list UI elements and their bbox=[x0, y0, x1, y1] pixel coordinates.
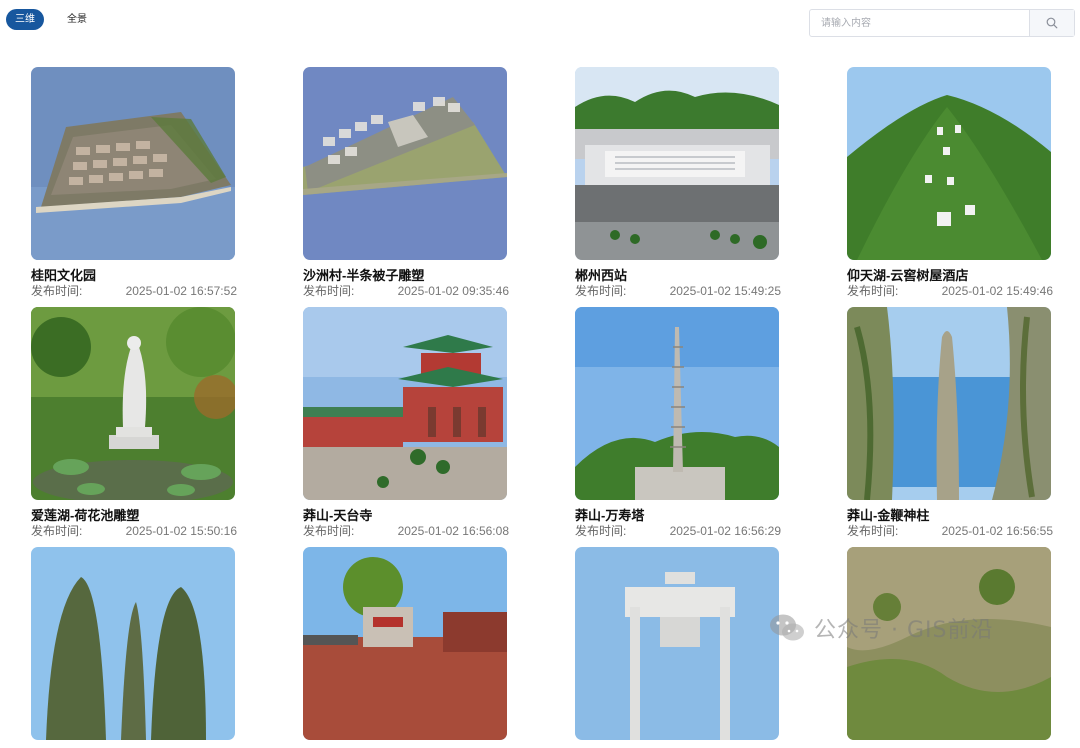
scene-title[interactable]: 爱莲湖-荷花池雕塑 bbox=[31, 508, 237, 524]
scene-thumbnail[interactable] bbox=[847, 67, 1051, 260]
scene-title[interactable]: 仰天湖-云窖树屋酒店 bbox=[847, 268, 1053, 284]
scene-title[interactable]: 莽山-金鞭神柱 bbox=[847, 508, 1053, 524]
scene-thumbnail[interactable] bbox=[303, 67, 507, 260]
scene-card[interactable]: 仰天湖-云窖树屋酒店 发布时间: 2025-01-02 15:49:46 bbox=[847, 67, 1053, 298]
publish-time-label: 发布时间: bbox=[847, 284, 899, 298]
search-icon bbox=[1046, 17, 1058, 29]
publish-time: 2025-01-02 16:56:29 bbox=[669, 524, 781, 538]
scene-thumbnail[interactable] bbox=[575, 307, 779, 500]
scene-thumbnail[interactable] bbox=[847, 307, 1051, 500]
view-tabs: 三维 全景 bbox=[6, 9, 96, 30]
search-box bbox=[809, 9, 1075, 37]
scene-card[interactable]: 莽山-万寿塔 发布时间: 2025-01-02 16:56:29 bbox=[575, 307, 781, 538]
publish-time-label: 发布时间: bbox=[31, 284, 83, 298]
publish-time: 2025-01-02 16:57:52 bbox=[125, 284, 237, 298]
scene-title[interactable]: 莽山-万寿塔 bbox=[575, 508, 781, 524]
publish-time: 2025-01-02 16:56:55 bbox=[941, 524, 1053, 538]
publish-time: 2025-01-02 15:49:46 bbox=[941, 284, 1053, 298]
scene-thumbnail[interactable] bbox=[575, 67, 779, 260]
scene-title[interactable]: 郴州西站 bbox=[575, 268, 781, 284]
scene-card[interactable] bbox=[303, 547, 509, 748]
scene-thumbnail[interactable] bbox=[303, 547, 507, 740]
scene-card[interactable] bbox=[575, 547, 781, 748]
scene-thumbnail[interactable] bbox=[303, 307, 507, 500]
publish-time-label: 发布时间: bbox=[303, 284, 355, 298]
publish-time-label: 发布时间: bbox=[847, 524, 899, 538]
scene-card[interactable]: 郴州西站 发布时间: 2025-01-02 15:49:25 bbox=[575, 67, 781, 298]
publish-time: 2025-01-02 09:35:46 bbox=[397, 284, 509, 298]
scene-card[interactable]: 爱莲湖-荷花池雕塑 发布时间: 2025-01-02 15:50:16 bbox=[31, 307, 237, 538]
scene-thumbnail[interactable] bbox=[847, 547, 1051, 740]
publish-time: 2025-01-02 15:50:16 bbox=[125, 524, 237, 538]
scene-title[interactable]: 沙洲村-半条被子雕塑 bbox=[303, 268, 509, 284]
publish-time: 2025-01-02 16:56:08 bbox=[397, 524, 509, 538]
publish-time: 2025-01-02 15:49:25 bbox=[669, 284, 781, 298]
publish-time-label: 发布时间: bbox=[303, 524, 355, 538]
scene-card[interactable]: 莽山-天台寺 发布时间: 2025-01-02 16:56:08 bbox=[303, 307, 509, 538]
search-button[interactable] bbox=[1029, 10, 1074, 36]
scene-card[interactable] bbox=[847, 547, 1053, 748]
scene-title[interactable]: 桂阳文化园 bbox=[31, 268, 237, 284]
tab-panorama[interactable]: 全景 bbox=[58, 9, 96, 30]
scene-card[interactable]: 沙洲村-半条被子雕塑 发布时间: 2025-01-02 09:35:46 bbox=[303, 67, 509, 298]
publish-time-label: 发布时间: bbox=[575, 284, 627, 298]
scene-card[interactable]: 莽山-金鞭神柱 发布时间: 2025-01-02 16:56:55 bbox=[847, 307, 1053, 538]
scene-thumbnail[interactable] bbox=[31, 547, 235, 740]
publish-time-label: 发布时间: bbox=[31, 524, 83, 538]
scene-thumbnail[interactable] bbox=[575, 547, 779, 740]
scene-card[interactable] bbox=[31, 547, 237, 748]
search-input[interactable] bbox=[810, 10, 1029, 36]
tab-3d[interactable]: 三维 bbox=[6, 9, 44, 30]
publish-time-label: 发布时间: bbox=[575, 524, 627, 538]
scene-thumbnail[interactable] bbox=[31, 307, 235, 500]
scene-thumbnail[interactable] bbox=[31, 67, 235, 260]
scene-card[interactable]: 桂阳文化园 发布时间: 2025-01-02 16:57:52 bbox=[31, 67, 237, 298]
scene-title[interactable]: 莽山-天台寺 bbox=[303, 508, 509, 524]
